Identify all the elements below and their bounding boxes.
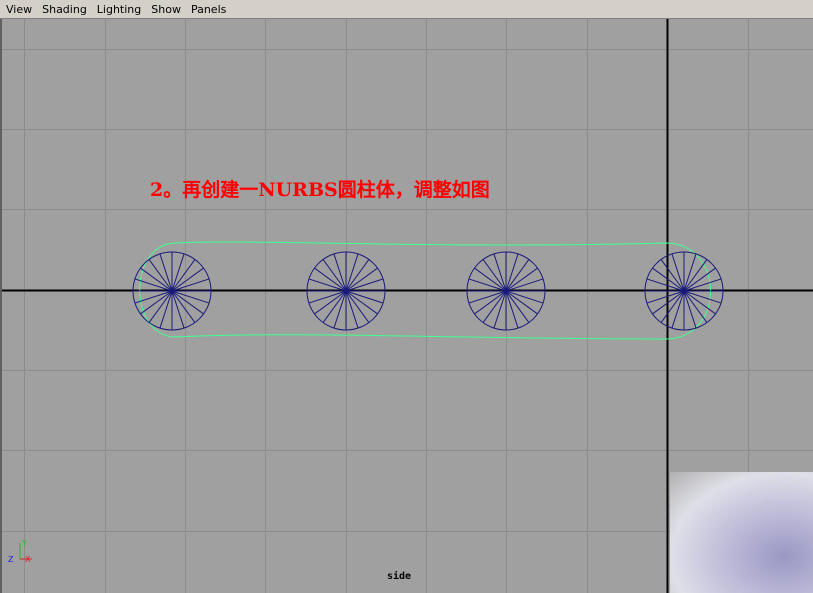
axis-x-label: X bbox=[25, 555, 31, 564]
wheel-wireframe[interactable] bbox=[645, 252, 723, 330]
panel-menu-bar: View Shading Lighting Show Panels bbox=[0, 0, 813, 19]
wheel-wireframe[interactable] bbox=[307, 252, 385, 330]
axis-z-label: Z bbox=[8, 555, 14, 564]
menu-panels[interactable]: Panels bbox=[191, 0, 226, 19]
view-name-label: side bbox=[387, 571, 411, 582]
wheel-wireframe[interactable] bbox=[133, 252, 211, 330]
menu-view[interactable]: View bbox=[6, 0, 32, 19]
axis-y-label: Y bbox=[21, 539, 27, 548]
annotation-text: 2。再创建一NURBS圆柱体，调整如图 bbox=[150, 175, 490, 202]
axis-gizmo-icon: Y Z X bbox=[6, 537, 36, 565]
menu-shading[interactable]: Shading bbox=[42, 0, 87, 19]
watermark-overlay bbox=[670, 472, 813, 593]
menu-lighting[interactable]: Lighting bbox=[97, 0, 141, 19]
wheel-wireframe[interactable] bbox=[467, 252, 545, 330]
menu-show[interactable]: Show bbox=[151, 0, 181, 19]
